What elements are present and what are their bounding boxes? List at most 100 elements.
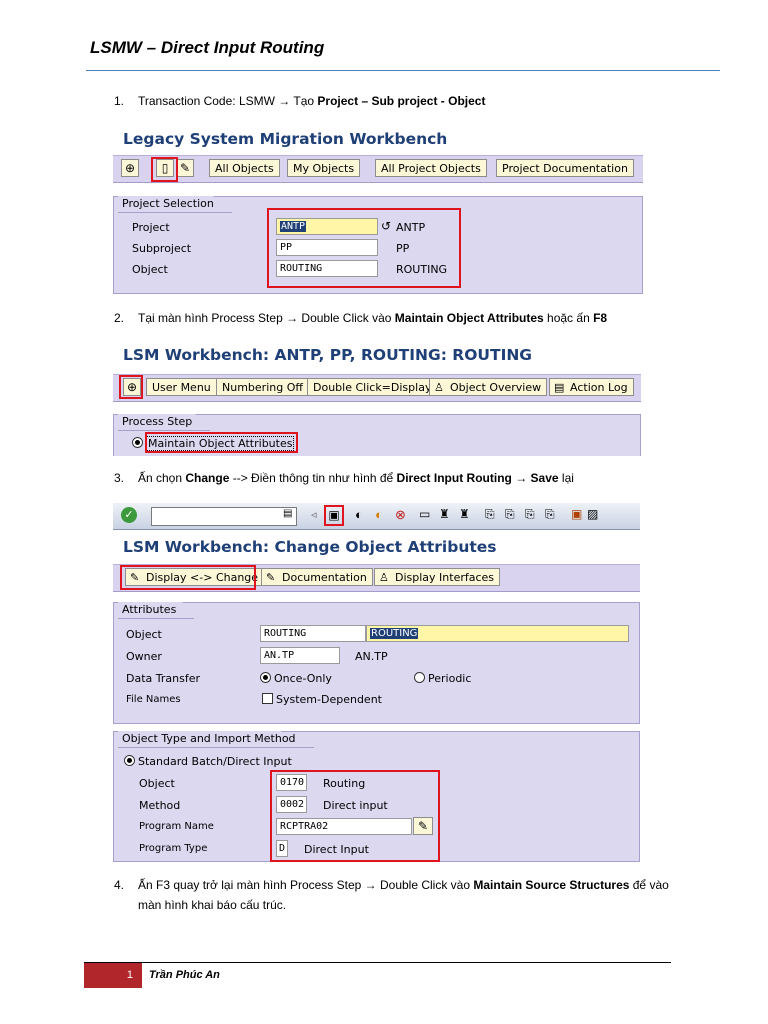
checkbox-icon [262,693,273,704]
save-icon[interactable]: ▣ [324,505,344,526]
double-click-display-button[interactable]: Double Click=Display [307,378,438,396]
action-log-label: Action Log [570,381,628,394]
system-dependent-label: System-Dependent [276,693,382,706]
object-overview-label: Object Overview [450,381,542,394]
periodic-radio[interactable]: Periodic [414,672,471,685]
section-tab: Attributes [118,602,195,619]
application-toolbar: ⊕ ▯ ✎ All Objects My Objects All Project… [113,155,643,183]
object-label: Object [126,628,162,641]
step-text: Tạo [290,94,318,108]
project-label: Project [132,221,170,234]
object-field[interactable]: ROUTING [260,625,366,642]
numbering-off-button[interactable]: Numbering Off [216,378,309,396]
change-icon[interactable]: ✎ [176,159,194,177]
step-bold-text: Maintain Object Attributes [394,311,544,325]
data-transfer-label: Data Transfer [126,672,200,685]
exit-icon[interactable]: ◐ [375,507,383,522]
system-toolbar: ✓ ▤ ◃ ▣ ◐ ◐ ⊗ ▭ ♜ ♜ ⎘ ⎘ ⎘ ⎘ ▣ ▨ [113,503,640,530]
section-tab: Process Step [118,414,211,431]
step-text: --> Điền thông tin như hình để [229,471,397,485]
highlight-step [145,432,298,453]
step-text: Ấn chọn [138,471,186,485]
radio-icon [260,672,271,683]
display-interfaces-button[interactable]: ♙ Display Interfaces [374,568,501,586]
screen-title: LSM Workbench: ANTP, PP, ROUTING: ROUTIN… [123,346,533,364]
import-object-label: Object [139,777,175,790]
footer-author: Trần Phúc An [149,969,220,981]
step-text: để vào [629,878,669,892]
back-icon[interactable]: ◐ [355,507,363,522]
highlight-fields [267,208,461,288]
once-only-label: Once-Only [274,672,332,685]
screen-title: Legacy System Migration Workbench [123,130,448,148]
step-text: Double Click vào [298,311,395,325]
section-tab: Object Type and Import Method [118,731,314,748]
step-bold-text: Project – Sub project - Object [317,94,486,108]
all-objects-button[interactable]: All Objects [209,159,280,177]
command-field[interactable] [151,507,297,526]
display-interfaces-label: Display Interfaces [395,571,495,584]
print-icon[interactable]: ▭ [419,507,430,521]
step-bold-text: F8 [593,311,608,325]
arrow-icon: → [286,311,299,325]
step-text: Double Click vào [376,878,474,892]
radio-icon [414,672,425,683]
user-menu-button[interactable]: User Menu [146,378,217,396]
log-icon: ▤ [554,381,565,394]
enter-icon[interactable]: ✓ [121,507,137,523]
step-bold-text: Maintain Source Structures [473,878,630,892]
page-number: 1 [84,963,142,988]
first-page-icon[interactable]: ⎘ [485,507,495,522]
once-only-radio[interactable]: Once-Only [260,672,332,685]
owner-field[interactable]: AN.TP [260,647,340,664]
screen-process-step: LSM Workbench: ANTP, PP, ROUTING: ROUTIN… [113,340,641,456]
object-description-field[interactable]: ROUTING [366,625,629,642]
periodic-label: Periodic [428,672,472,685]
step-bold-text: Change [185,471,230,485]
application-toolbar: ⊕ User Menu Numbering Off Double Click=D… [113,374,641,402]
documentation-label: Documentation [282,571,367,584]
step-text: Ấn F3 quay trở lại màn hình Process Step [138,878,365,892]
cancel-icon[interactable]: ⊗ [395,507,406,523]
chevron-left-icon: ◃ [311,509,317,521]
step-text: Tại màn hình Process Step [138,311,287,325]
screen-title: LSM Workbench: Change Object Attributes [123,538,497,556]
step-bold-text: Direct Input Routing [396,471,512,485]
highlight-create [151,157,178,182]
person-icon: ♙ [379,571,389,584]
last-page-icon[interactable]: ⎘ [545,507,555,522]
footer-divider [84,962,671,963]
person-icon: ♙ [434,381,444,394]
find-next-icon[interactable]: ♜ [459,507,470,521]
program-name-label: Program Name [139,821,214,832]
arrow-icon: → [515,471,528,485]
attributes-panel: Attributes Object ROUTING ROUTING Owner … [113,602,640,724]
system-dependent-checkbox[interactable]: System-Dependent [262,693,382,706]
method-label: Method [139,799,181,812]
all-project-objects-button[interactable]: All Project Objects [375,159,487,177]
edit-icon: ✎ [266,571,276,584]
my-objects-button[interactable]: My Objects [287,159,361,177]
step-number: 2. [114,311,125,325]
step-bold-text: Save [530,471,559,485]
documentation-button[interactable]: ✎ Documentation [261,568,373,586]
next-page-icon[interactable]: ⎘ [525,507,535,522]
section-tab: Project Selection [118,196,232,213]
arrow-icon: → [278,94,291,108]
object-label: Object [132,263,168,276]
owner-desc: AN.TP [355,650,388,663]
standard-batch-radio[interactable]: Standard Batch/Direct Input [124,755,292,768]
step-text: lại [558,471,574,485]
action-log-button[interactable]: ▤ Action Log [549,378,634,396]
step-text: Transaction Code: LSMW [138,94,279,108]
shortcut-icon[interactable]: ▨ [587,507,598,521]
object-overview-button[interactable]: ♙ Object Overview [429,378,548,396]
step-text: hoặc ấn [543,311,594,325]
new-session-icon[interactable]: ▣ [571,507,582,521]
execute-icon[interactable]: ⊕ [121,159,139,177]
previous-page-icon[interactable]: ⎘ [505,507,515,522]
project-documentation-button[interactable]: Project Documentation [496,159,634,177]
dropdown-icon[interactable]: ▤ [283,508,292,519]
owner-label: Owner [126,650,162,663]
find-icon[interactable]: ♜ [439,507,450,521]
